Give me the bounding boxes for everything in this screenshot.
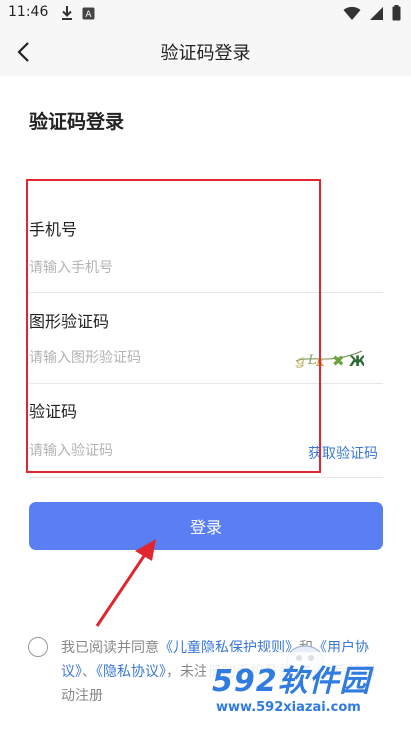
agreement-prefix: 我已阅读并同意: [61, 640, 159, 656]
sms-code-divider: [29, 477, 383, 478]
login-heading: 验证码登录: [29, 111, 125, 133]
children-privacy-link[interactable]: 《儿童隐私保护规则》: [159, 640, 299, 656]
download-icon: [62, 6, 72, 20]
agreement-and: 和: [299, 640, 313, 656]
status-right-icons: [343, 5, 401, 21]
annotation-highlight-box: [26, 179, 321, 473]
svg-text:A: A: [85, 10, 92, 20]
agreement-radio[interactable]: [28, 637, 48, 657]
status-bar: 11:46 A: [0, 0, 411, 26]
privacy-agreement-link[interactable]: 《隐私协议》: [96, 664, 166, 680]
svg-text:✖: ✖: [332, 352, 345, 370]
login-button[interactable]: 登录: [29, 502, 383, 550]
app-notification-icon: A: [82, 7, 95, 20]
status-time: 11:46: [8, 4, 49, 20]
agreement-text: 我已阅读并同意《儿童隐私保护规则》和《用户协议》、《隐私协议》，未注册的手机号登…: [61, 636, 381, 708]
signal-icon: [370, 6, 383, 20]
wifi-icon: [343, 6, 361, 20]
agreement-separator: 、: [82, 664, 96, 680]
svg-text:Ж: Ж: [349, 354, 364, 370]
title-bar: 验证码登录: [0, 26, 411, 76]
battery-icon: [392, 5, 401, 21]
status-left-icons: A: [60, 5, 95, 21]
page-title: 验证码登录: [160, 43, 251, 64]
